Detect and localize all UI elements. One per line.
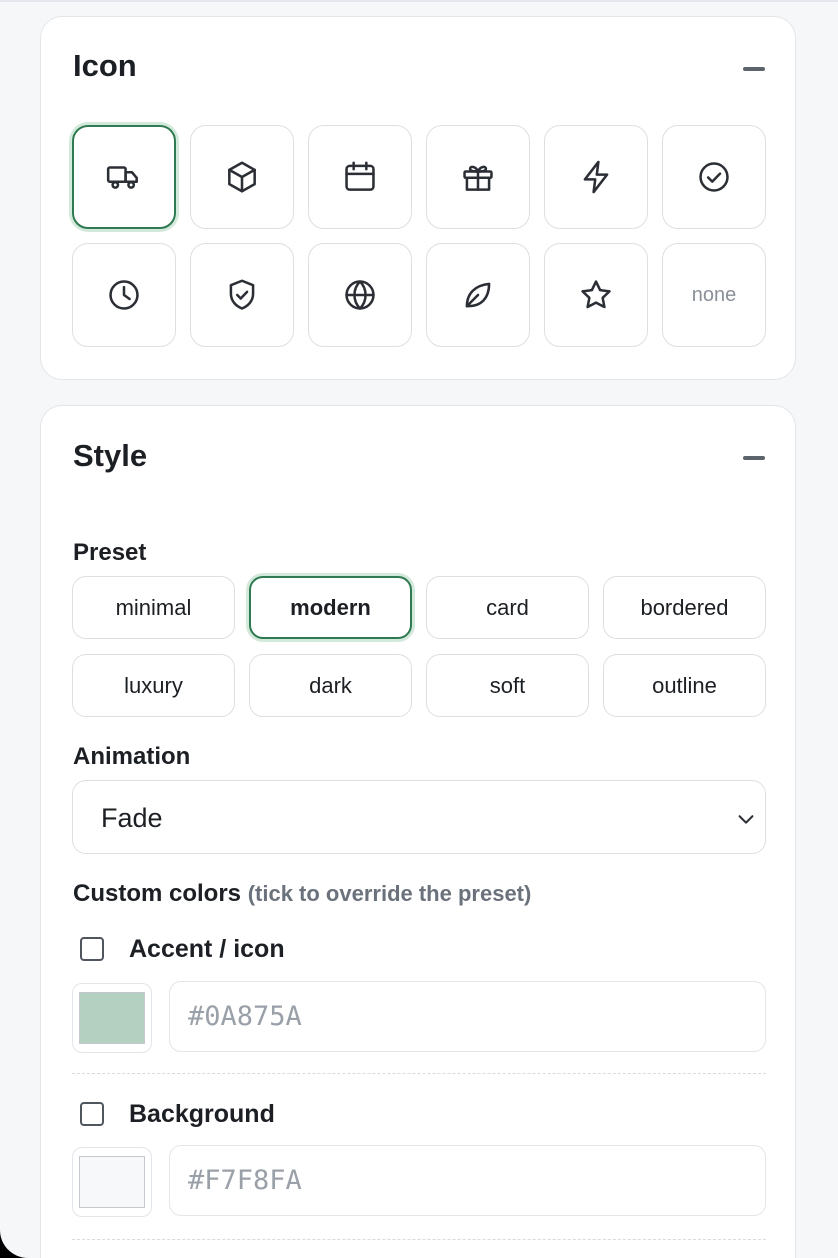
accent-color-label: Accent / icon xyxy=(129,935,285,963)
background-color-swatch xyxy=(79,1156,145,1208)
none-label: none xyxy=(691,283,737,306)
preset-bordered[interactable]: bordered xyxy=(603,576,766,639)
color-row-divider xyxy=(72,1073,766,1074)
background-override-checkbox[interactable] xyxy=(80,1102,104,1126)
top-divider xyxy=(0,0,838,2)
icon-option-check-circle[interactable] xyxy=(662,125,766,229)
animation-select-value: Fade xyxy=(101,803,163,833)
icon-option-box[interactable] xyxy=(190,125,294,229)
collapse-icon-section-button[interactable] xyxy=(743,67,765,71)
icon-option-clock[interactable] xyxy=(72,243,176,347)
preset-minimal[interactable]: minimal xyxy=(72,576,235,639)
background-hex-input[interactable] xyxy=(169,1145,766,1216)
box-icon xyxy=(228,161,256,193)
accent-color-swatch xyxy=(79,992,145,1044)
custom-colors-hint: (tick to override the preset) xyxy=(247,881,532,906)
icon-option-globe[interactable] xyxy=(308,243,412,347)
clock-icon xyxy=(109,280,139,310)
lightning-icon xyxy=(583,160,609,194)
icon-option-leaf[interactable] xyxy=(426,243,530,347)
accent-hex-input[interactable] xyxy=(169,981,766,1052)
preset-soft[interactable]: soft xyxy=(426,654,589,717)
preset-modern[interactable]: modern xyxy=(249,576,412,639)
settings-page: Icon none Style Preset minimal modern ca… xyxy=(0,0,838,1258)
gift-icon xyxy=(463,165,493,191)
style-section-title: Style xyxy=(73,438,148,473)
icon-option-star[interactable] xyxy=(544,243,648,347)
collapse-style-section-button[interactable] xyxy=(743,456,765,460)
preset-luxury[interactable]: luxury xyxy=(72,654,235,717)
icon-option-truck[interactable] xyxy=(72,125,176,229)
calendar-icon xyxy=(345,161,375,191)
preset-dark[interactable]: dark xyxy=(249,654,412,717)
icon-section-title: Icon xyxy=(73,48,137,83)
icon-panel: Icon none xyxy=(40,16,796,380)
globe-icon xyxy=(345,280,375,310)
icon-picker-grid: none xyxy=(72,125,766,347)
background-color-picker[interactable] xyxy=(72,1147,152,1217)
star-icon xyxy=(581,280,611,309)
background-color-label: Background xyxy=(129,1100,275,1128)
preset-card[interactable]: card xyxy=(426,576,589,639)
color-row-divider-2 xyxy=(72,1239,766,1240)
icon-option-shield[interactable] xyxy=(190,243,294,347)
custom-colors-label: Custom colors xyxy=(73,880,242,907)
shield-check-icon xyxy=(229,279,255,310)
check-circle-icon xyxy=(699,162,729,192)
style-panel: Style Preset minimal modern card bordere… xyxy=(40,405,796,1258)
preset-grid: minimal modern card bordered luxury dark… xyxy=(72,576,766,717)
icon-option-gift[interactable] xyxy=(426,125,530,229)
leaf-icon xyxy=(465,282,491,308)
preset-outline[interactable]: outline xyxy=(603,654,766,717)
truck-icon xyxy=(106,166,138,189)
icon-option-lightning[interactable] xyxy=(544,125,648,229)
preset-label: Preset xyxy=(73,539,147,566)
animation-label: Animation xyxy=(73,743,191,770)
animation-select[interactable]: Fade xyxy=(72,780,766,854)
chevron-down-icon xyxy=(738,815,754,824)
icon-option-calendar[interactable] xyxy=(308,125,412,229)
custom-colors-heading: Custom colors (tick to override the pres… xyxy=(73,880,531,908)
accent-override-checkbox[interactable] xyxy=(80,937,104,961)
icon-option-none[interactable]: none xyxy=(662,243,766,347)
accent-color-picker[interactable] xyxy=(72,983,152,1053)
